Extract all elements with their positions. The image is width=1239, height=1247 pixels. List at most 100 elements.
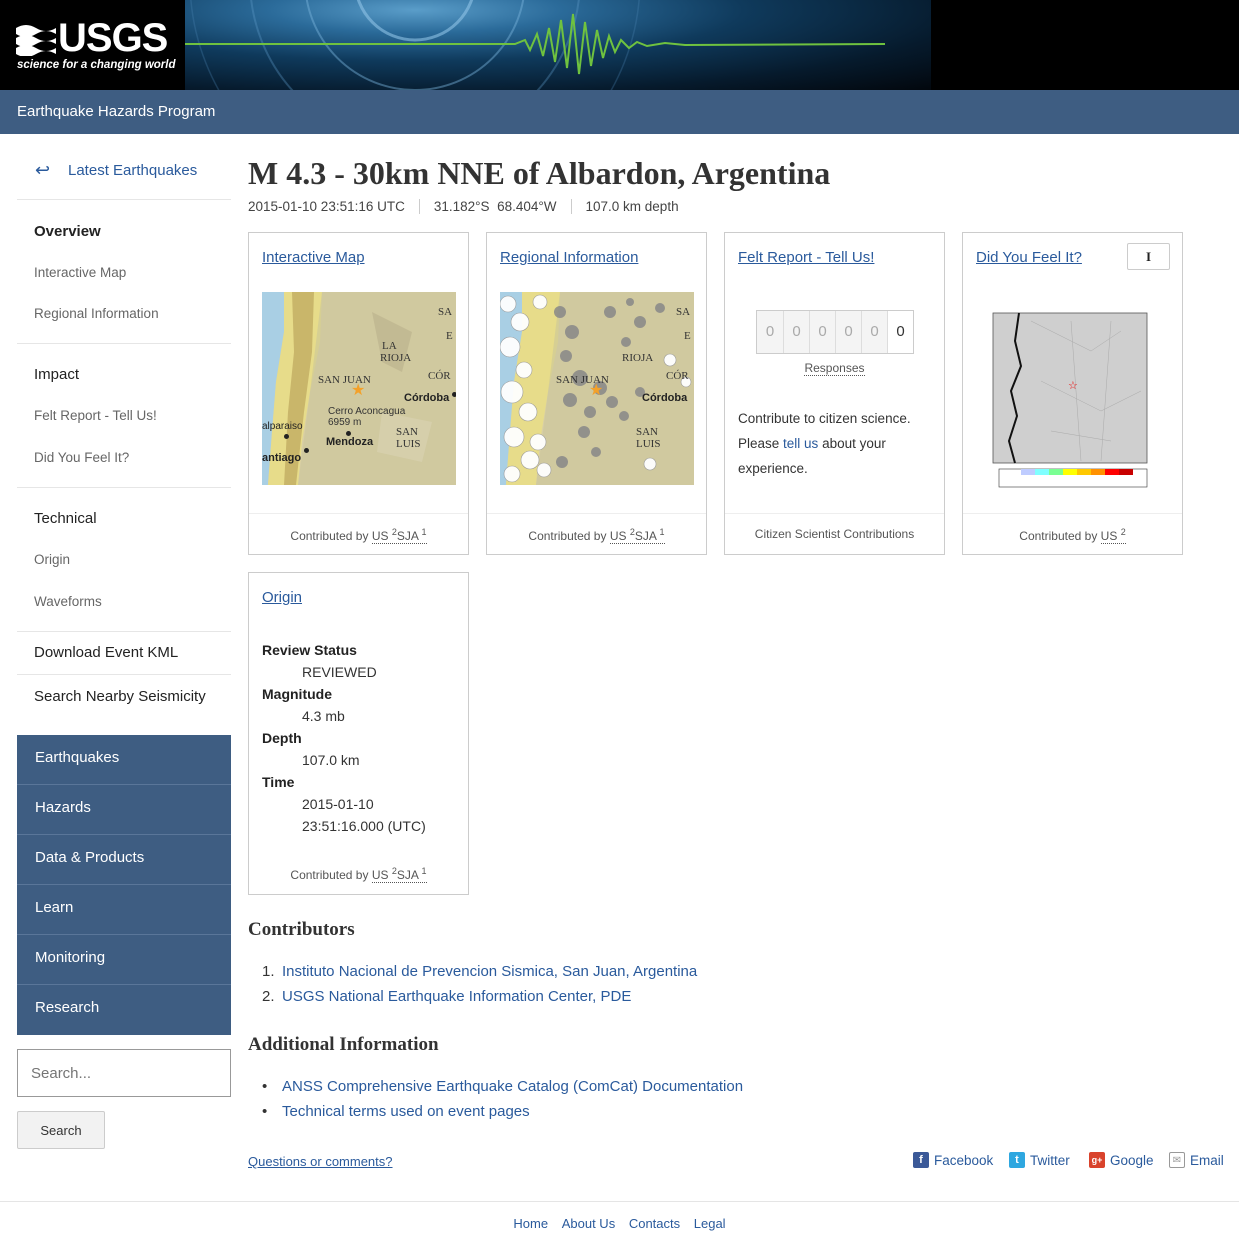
event-location: 31.182°S 68.404°W <box>418 199 571 214</box>
footer-home-link[interactable]: Home <box>513 1216 548 1231</box>
footer-about-link[interactable]: About Us <box>562 1216 615 1231</box>
time-value-date: 2015-01-10 <box>302 796 374 812</box>
share-facebook[interactable]: f Facebook <box>913 1152 993 1168</box>
share-google[interactable]: g+ Google <box>1089 1152 1154 1168</box>
share-email[interactable]: ✉ Email <box>1169 1152 1224 1168</box>
contrib-source[interactable]: US 2SJA 1 <box>371 527 427 544</box>
map-label-cordoba: Córdoba <box>642 392 688 404</box>
sidebar-item-interactive-map[interactable]: Interactive Map <box>34 265 126 280</box>
search-button[interactable]: Search <box>17 1111 105 1149</box>
dyfi-map-thumbnail[interactable]: ☆ <box>971 291 1175 496</box>
review-status-value: REVIEWED <box>302 664 377 680</box>
site-nav-research[interactable]: Research <box>17 985 231 1035</box>
map-label-aconcagua: Cerro Aconcagua <box>328 406 406 417</box>
google-plus-icon: g+ <box>1089 1152 1105 1168</box>
logo-tagline: science for a changing world <box>17 59 176 71</box>
sidebar-item-technical[interactable]: Technical <box>34 510 97 527</box>
time-label: Time <box>262 774 295 790</box>
sidebar-item-felt-report[interactable]: Felt Report - Tell Us! <box>34 408 157 423</box>
event-depth: 107.0 km depth <box>570 199 693 214</box>
list-item: • ANSS Comprehensive Earthquake Catalog (… <box>262 1074 743 1099</box>
email-link[interactable]: Email <box>1190 1153 1224 1168</box>
contributor-link-neic[interactable]: USGS National Earthquake Information Cen… <box>282 988 631 1005</box>
responses-label: Responses <box>725 361 944 376</box>
comcat-docs-link[interactable]: ANSS Comprehensive Earthquake Catalog (C… <box>282 1078 743 1095</box>
contrib-source[interactable]: US 2SJA 1 <box>609 527 665 544</box>
source-index: 1 <box>421 866 427 876</box>
map-label-san: SAN <box>636 426 659 438</box>
contrib-prefix: Contributed by <box>290 529 372 543</box>
site-nav-learn[interactable]: Learn <box>17 885 231 935</box>
site-nav-data-products[interactable]: Data & Products <box>17 835 231 885</box>
map-label-mendoza: Mendoza <box>326 436 374 448</box>
search-input[interactable] <box>17 1049 231 1097</box>
source-index: 2 <box>1120 527 1126 537</box>
sidebar-item-regional-info[interactable]: Regional Information <box>34 306 159 321</box>
nav-section-nearby: Search Nearby Seismicity <box>17 675 231 719</box>
source-sja: SJA <box>396 529 419 543</box>
sidebar-item-origin[interactable]: Origin <box>34 552 70 567</box>
google-link[interactable]: Google <box>1110 1153 1154 1168</box>
contrib-prefix: Contributed by <box>290 868 372 882</box>
site-nav-label: Earthquakes <box>35 749 120 766</box>
list-item: • Technical terms used on event pages <box>262 1099 743 1124</box>
map-label-cor: CÓR <box>666 370 689 382</box>
site-nav-earthquakes[interactable]: Earthquakes <box>17 735 231 785</box>
site-nav-monitoring[interactable]: Monitoring <box>17 935 231 985</box>
regional-info-link[interactable]: Regional Information <box>500 249 638 266</box>
event-summary: 2015-01-10 23:51:16 UTC 31.182°S 68.404°… <box>248 199 693 214</box>
usgs-wave-icon <box>16 25 56 56</box>
latest-earthquakes-label[interactable]: Latest Earthquakes <box>68 162 197 179</box>
felt-report-link[interactable]: Felt Report - Tell Us! <box>738 249 874 266</box>
tell-us-link[interactable]: tell us <box>783 436 818 451</box>
card-interactive-map: Interactive Map SA E LA RIOJA SAN JUAN C… <box>248 232 469 555</box>
magnitude-label: Magnitude <box>262 686 332 702</box>
counter-digit: 0 <box>835 311 861 353</box>
interactive-map-thumbnail[interactable]: SA E LA RIOJA SAN JUAN CÓR Córdoba Cerro… <box>262 292 456 485</box>
site-nav-hazards[interactable]: Hazards <box>17 785 231 835</box>
contrib-source[interactable]: US 2 <box>1100 527 1126 544</box>
event-time: 2015-01-10 23:51:16 UTC <box>248 199 405 214</box>
technical-terms-link[interactable]: Technical terms used on event pages <box>282 1103 530 1120</box>
map-label-cor: CÓR <box>428 370 451 382</box>
search-nearby-link[interactable]: Search Nearby Seismicity <box>34 688 206 705</box>
download-kml-link[interactable]: Download Event KML <box>34 644 178 661</box>
regional-info-contributors: Contributed by US 2SJA 1 <box>487 513 706 554</box>
felt-report-footer: Citizen Scientist Contributions <box>725 513 944 554</box>
site-nav-label: Data & Products <box>35 849 145 866</box>
program-title[interactable]: Earthquake Hazards Program <box>17 103 215 120</box>
twitter-link[interactable]: Twitter <box>1030 1153 1070 1168</box>
latest-earthquakes-link[interactable]: ↩ Latest Earthquakes <box>17 156 231 200</box>
map-label-aconcagua-m: 6959 m <box>328 417 362 428</box>
map-label-e: E <box>684 330 691 342</box>
map-label-san: SAN <box>396 426 419 438</box>
depth-value: 107.0 km <box>302 752 360 768</box>
list-bullet: • <box>262 1078 268 1095</box>
dyfi-link[interactable]: Did You Feel It? <box>976 249 1082 266</box>
source-us: US <box>371 529 389 543</box>
footer-legal-link[interactable]: Legal <box>694 1216 726 1231</box>
usgs-logo[interactable]: USGS science for a changing world <box>14 16 176 76</box>
regional-seismicity-thumbnail[interactable]: SA E RIOJA SAN JUAN CÓR Córdoba SAN LUIS… <box>500 292 694 485</box>
sidebar-item-dyfi[interactable]: Did You Feel It? <box>34 450 129 465</box>
sidebar-item-overview[interactable]: Overview <box>34 223 101 240</box>
epicenter-star-icon: ★ <box>589 382 604 399</box>
interactive-map-link[interactable]: Interactive Map <box>262 249 365 266</box>
sidebar-item-impact[interactable]: Impact <box>34 366 79 383</box>
facebook-link[interactable]: Facebook <box>934 1153 993 1168</box>
map-label-luis: LUIS <box>636 438 661 450</box>
sidebar-item-waveforms[interactable]: Waveforms <box>34 594 102 609</box>
back-arrow-icon: ↩ <box>35 160 51 180</box>
contributors-list: 1. Instituto Nacional de Prevencion Sismi… <box>262 959 697 1009</box>
contrib-source[interactable]: US 2SJA 1 <box>371 866 427 883</box>
interactive-map-contributors: Contributed by US 2SJA 1 <box>249 513 468 554</box>
origin-link[interactable]: Origin <box>262 589 302 606</box>
questions-link[interactable]: Questions or comments? <box>248 1154 393 1169</box>
contributor-link-inpres[interactable]: Instituto Nacional de Prevencion Sismica… <box>282 963 697 980</box>
dyfi-contributors: Contributed by US 2 <box>963 513 1182 554</box>
share-twitter[interactable]: t Twitter <box>1009 1152 1070 1168</box>
footer-contacts-link[interactable]: Contacts <box>629 1216 680 1231</box>
nav-section-overview: Overview Interactive Map Regional Inform… <box>17 200 231 344</box>
site-nav-label: Monitoring <box>35 949 106 966</box>
map-label-santiago: antiago <box>262 452 302 464</box>
